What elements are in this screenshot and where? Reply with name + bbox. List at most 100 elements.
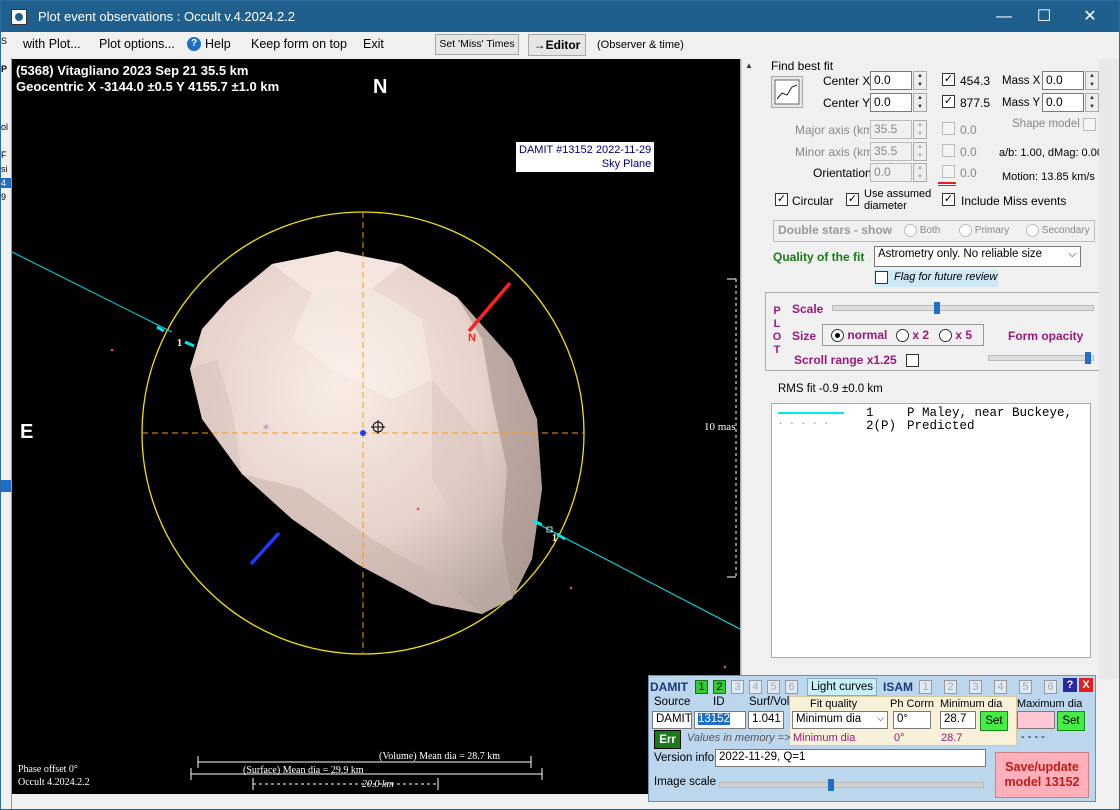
use-assumed-diameter-checkbox[interactable]: ✓ [846,193,859,206]
quality-of-fit-select[interactable]: Astrometry only. No reliable size ⌵ [874,246,1081,267]
save-update-model-button[interactable]: Save/update model 13152 [995,752,1089,798]
scale-slider-thumb[interactable] [934,302,940,314]
minor-axis-spinner[interactable]: ▲ ▼ [913,142,927,161]
close-button[interactable]: ✕ [1067,1,1113,32]
right-edge-area [1099,59,1119,679]
include-miss-checkbox[interactable]: ✓ [942,193,955,206]
north-label: N [373,76,388,98]
collapse-arrow-icon[interactable]: ▲ [745,61,755,71]
event-title: (5368) Vitagliano 2023 Sep 21 35.5 km [16,63,249,78]
strip-text-6: 4 [1,178,11,188]
surf-vol-field[interactable]: 1.041 [748,711,784,729]
sky-plane-plot[interactable]: * (5368) Vitagliano 2023 Sep 21 35.5 km … [12,59,740,794]
scroll-range-checkbox[interactable] [906,354,919,367]
size-normal-radio[interactable]: normal [831,328,887,343]
orientation-input[interactable]: 0.0 [870,163,912,182]
help-icon[interactable]: ? [187,37,201,51]
menu-keep-on-top[interactable]: Keep form on top [251,37,347,51]
circular-checkbox[interactable]: ✓ [775,193,788,206]
maximize-button[interactable]: ☐ [1021,1,1067,32]
min-dia-field[interactable]: 28.7 [940,711,976,729]
set-miss-times-button[interactable]: Set 'Miss' Times [435,34,519,55]
fit-quality-select[interactable]: Minimum dia ⌵ [792,711,888,729]
fit-major-checkbox[interactable] [942,122,955,135]
fit-minor-checkbox[interactable] [942,144,955,157]
radio-both[interactable]: Both [904,224,940,237]
both-label: Both [919,225,941,237]
isam-model-5[interactable]: 5 [1019,680,1032,694]
image-scale-slider[interactable] [719,782,984,788]
form-opacity-slider-thumb[interactable] [1085,352,1091,364]
max-dia-field[interactable] [1017,711,1055,729]
surface-mean-diameter: (Surface) Mean dia = 29.9 km [243,765,364,776]
err-button[interactable]: Err [654,730,681,749]
chord-label-1: 1 [177,338,182,349]
damit-model-6[interactable]: 6 [785,680,798,694]
scale-label: Scale [792,302,824,316]
source-field[interactable]: DAMIT [652,711,692,729]
menu-help[interactable]: Help [205,37,231,51]
orientation-label: Orientation [813,166,872,180]
isam-model-4[interactable]: 4 [994,680,1007,694]
damit-model-2[interactable]: 2 [713,680,726,694]
version-info-field[interactable]: 2022-11-29, Q=1 [715,749,986,767]
ph-corr-header: Ph Corrn [890,698,935,710]
fit-major-value: 0.0 [960,123,977,137]
damit-model-5[interactable]: 5 [767,680,780,694]
isam-model-6[interactable]: 6 [1044,680,1057,694]
editor-button[interactable]: →Editor [528,34,586,56]
damit-model-4[interactable]: 4 [749,680,762,694]
predicted-dot [569,586,573,590]
strip-text-3: ol [1,122,9,132]
close-panel-button[interactable]: X [1079,678,1093,692]
mass-x-input[interactable]: 0.0 [1042,71,1084,90]
fit-quality-chevron-icon: ⌵ [877,713,884,723]
major-axis-input[interactable]: 35.5 [870,120,912,139]
fit-x-checkbox[interactable]: ✓ [942,73,955,86]
id-field[interactable]: 13152 [694,711,746,729]
best-fit-button[interactable] [771,76,803,108]
menu-exit[interactable]: Exit [363,37,384,51]
menu-with-plot[interactable]: with Plot... [23,37,81,51]
mass-y-spinner[interactable]: ▲ ▼ [1085,93,1099,112]
major-axis-spinner[interactable]: ▲ ▼ [913,120,927,139]
flag-review-checkbox[interactable] [875,271,888,284]
ph-corr-field[interactable]: 0° [893,711,931,729]
version-info-label: Version info [654,752,715,764]
size-label: Size [792,329,817,343]
center-x-spinner[interactable]: ▲ ▼ [913,71,927,90]
predicted-dot [723,665,727,669]
mass-x-spinner[interactable]: ▲ ▼ [1085,71,1099,90]
set-max-dia-button[interactable]: Set [1057,711,1085,731]
use-assumed-line-1: Use assumed [864,188,932,200]
size-x5-radio[interactable]: x 5 [939,328,973,343]
image-scale-slider-thumb[interactable] [828,779,834,791]
center-y-spinner[interactable]: ▲ ▼ [913,93,927,112]
strip-text-1: S [1,36,8,46]
plot-letter-o: O [772,331,782,343]
fit-y-checkbox[interactable]: ✓ [942,95,955,108]
scale-slider[interactable] [832,305,1094,311]
isam-model-1[interactable]: 1 [919,680,932,694]
menu-plot-options[interactable]: Plot options... [99,37,175,51]
help-question-button[interactable]: ? [1063,678,1077,692]
orientation-spinner[interactable]: ▲ ▼ [913,163,927,182]
form-opacity-slider[interactable] [988,355,1094,361]
light-curves-button[interactable]: Light curves [807,678,877,696]
mass-y-input[interactable]: 0.0 [1042,93,1084,112]
isam-model-2[interactable]: 2 [944,680,957,694]
damit-model-label: DAMIT #13152 2022-11-29 Sky Plane [516,142,655,172]
shape-model-checkbox[interactable] [1083,118,1096,131]
isam-model-3[interactable]: 3 [969,680,982,694]
center-x-input[interactable]: 0.0 [870,71,912,90]
size-x5-label: x 5 [955,328,973,342]
damit-model-1[interactable]: 1 [695,680,708,694]
center-y-input[interactable]: 0.0 [870,93,912,112]
set-min-dia-button[interactable]: Set [980,711,1008,731]
radio-secondary[interactable]: Secondary [1026,224,1090,237]
radio-primary[interactable]: Primary [959,224,1009,237]
size-x2-radio[interactable]: x 2 [896,328,929,343]
fit-orientation-checkbox[interactable] [942,165,955,178]
damit-model-3[interactable]: 3 [731,680,744,694]
minor-axis-input[interactable]: 35.5 [870,142,912,161]
